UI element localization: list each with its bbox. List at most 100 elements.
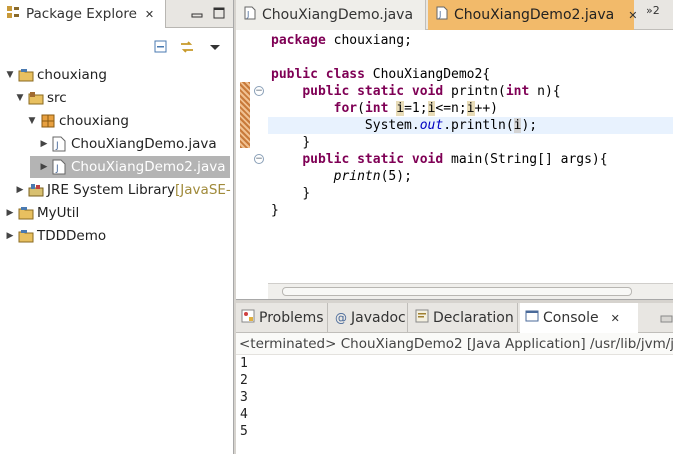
tree-item-label: ChouXiangDemo2.java xyxy=(71,159,226,175)
console-icon xyxy=(525,309,539,327)
tree-item[interactable]: ▶ MyUtil xyxy=(0,202,80,224)
minimize-icon[interactable] xyxy=(660,312,673,324)
annotation-ruler xyxy=(236,30,250,282)
code-text: System. xyxy=(364,118,420,133)
tab-label: Package Explore xyxy=(26,6,137,22)
tree-item[interactable]: ▼ src xyxy=(0,87,67,109)
tab-chouxiangdemo2-java[interactable]: J ChouXiangDemo2.java ✕ xyxy=(428,0,637,30)
variable-occurrence: i xyxy=(466,101,475,116)
folding-column: − − xyxy=(250,30,268,282)
project-folder-icon xyxy=(18,228,34,244)
tab-label: Problems xyxy=(259,310,324,326)
explorer-toolbar xyxy=(0,28,233,64)
tree-item[interactable]: ▼ chouxiang xyxy=(0,110,129,132)
fold-toggle-icon[interactable]: − xyxy=(254,86,264,96)
close-icon[interactable]: ✕ xyxy=(611,312,620,325)
chevron-down-icon[interactable]: ▼ xyxy=(26,116,38,126)
horizontal-scrollbar[interactable] xyxy=(268,283,673,299)
tree-item-label: ChouXiangDemo.java xyxy=(71,136,217,152)
keyword: class xyxy=(325,67,365,82)
code-text: printn( xyxy=(443,84,506,99)
code-text: chouxiang; xyxy=(325,33,412,48)
keyword: for xyxy=(333,101,358,116)
project-folder-icon xyxy=(18,205,34,221)
code-text: } xyxy=(302,186,311,201)
javadoc-icon: @ xyxy=(335,311,347,325)
code-text: ++) xyxy=(474,101,499,116)
source-folder-icon xyxy=(28,90,44,106)
explorer-tab-bar: Package Explore ✕ xyxy=(0,0,233,28)
collapse-all-icon[interactable] xyxy=(152,38,170,56)
code-area[interactable]: package chouxiang; public class ChouXian… xyxy=(268,30,673,282)
tree-item[interactable]: ▶ J ChouXiangDemo.java xyxy=(0,133,217,155)
console-output-line: 3 xyxy=(240,390,248,405)
code-line: public static void printn(int n){ xyxy=(271,83,560,100)
package-explorer-icon xyxy=(6,5,20,23)
console-output-line: 1 xyxy=(240,356,248,371)
code-line: } xyxy=(271,134,310,151)
code-line: printn(5); xyxy=(271,168,412,185)
tree-item[interactable]: ▶ TDDDemo xyxy=(0,225,107,247)
occurrence-marker[interactable] xyxy=(240,82,250,148)
tree-item-label: chouxiang xyxy=(59,113,129,129)
tree-item-label: TDDDemo xyxy=(37,228,107,244)
link-with-editor-icon[interactable] xyxy=(178,38,196,56)
tree-item-label: JRE System Library xyxy=(47,182,176,198)
chevron-right-icon[interactable]: ▶ xyxy=(4,208,16,218)
keyword: void xyxy=(411,152,444,167)
keyword: public xyxy=(271,67,318,82)
code-line: } xyxy=(271,185,310,202)
scrollbar-thumb[interactable] xyxy=(282,287,632,296)
maximize-icon[interactable] xyxy=(212,6,226,20)
code-text: main(String[] args){ xyxy=(443,152,608,167)
chevron-right-icon[interactable]: ▶ xyxy=(14,185,26,195)
package-icon xyxy=(40,113,56,129)
tree-item[interactable]: ▶ J ChouXiangDemo2.java xyxy=(30,156,230,178)
tab-package-explorer[interactable]: Package Explore ✕ xyxy=(0,0,166,28)
java-editor: J ChouXiangDemo.java J ChouXiangDemo2.ja… xyxy=(236,0,673,300)
code-line: package chouxiang; xyxy=(271,32,412,49)
tree-item[interactable]: ▼ chouxiang xyxy=(0,64,107,86)
chevron-down-icon[interactable]: ▼ xyxy=(14,93,26,103)
chevron-right-icon[interactable]: ▶ xyxy=(38,139,50,149)
tree-item[interactable]: ▶ JRE System Library [JavaSE- xyxy=(0,179,231,201)
tab-chouxiangdemo-java[interactable]: J ChouXiangDemo.java xyxy=(236,0,426,30)
view-menu-icon[interactable] xyxy=(206,38,224,56)
console-status-line: <terminated> ChouXiangDemo2 [Java Applic… xyxy=(236,333,673,355)
close-icon[interactable]: ✕ xyxy=(145,8,154,21)
tab-declaration[interactable]: Declaration xyxy=(410,303,518,333)
project-folder-icon xyxy=(18,67,34,83)
tab-problems[interactable]: Problems xyxy=(236,303,328,333)
java-file-icon: J xyxy=(52,159,68,175)
code-text: <=n; xyxy=(435,101,467,116)
java-file-icon: J xyxy=(244,6,256,24)
svg-text:J: J xyxy=(55,164,59,174)
keyword: public xyxy=(302,84,350,99)
fold-toggle-icon[interactable]: − xyxy=(254,154,264,164)
field-reference: out xyxy=(419,118,444,133)
close-icon[interactable]: ✕ xyxy=(628,9,637,22)
minimize-icon[interactable] xyxy=(190,6,204,20)
current-code-line: System.out.println(i); xyxy=(268,117,673,134)
svg-text:J: J xyxy=(438,10,441,19)
tab-overflow-button[interactable]: »2 xyxy=(646,4,660,17)
keyword: static xyxy=(357,152,405,167)
keyword: static xyxy=(357,84,405,99)
tab-label: Declaration xyxy=(433,310,514,326)
chevron-down-icon[interactable]: ▼ xyxy=(4,70,16,80)
code-text: .println( xyxy=(443,118,514,133)
tab-console[interactable]: Console ✕ xyxy=(520,303,638,333)
variable-occurrence: i xyxy=(396,101,405,116)
chevron-right-icon[interactable]: ▶ xyxy=(38,162,50,172)
bottom-tab-bar: Problems @ Javadoc Declaration Console ✕ xyxy=(236,303,673,333)
problems-icon xyxy=(241,309,255,327)
code-text: } xyxy=(271,203,279,218)
tab-label: ChouXiangDemo2.java xyxy=(454,7,615,23)
console-output[interactable]: 1 2 3 4 5 xyxy=(236,355,673,440)
code-line: public static void main(String[] args){ xyxy=(271,151,608,168)
code-text: ( xyxy=(357,101,365,116)
tab-javadoc[interactable]: @ Javadoc xyxy=(330,303,408,333)
chevron-right-icon[interactable]: ▶ xyxy=(4,231,16,241)
code-text: =1; xyxy=(404,101,428,116)
declaration-icon xyxy=(415,309,429,327)
